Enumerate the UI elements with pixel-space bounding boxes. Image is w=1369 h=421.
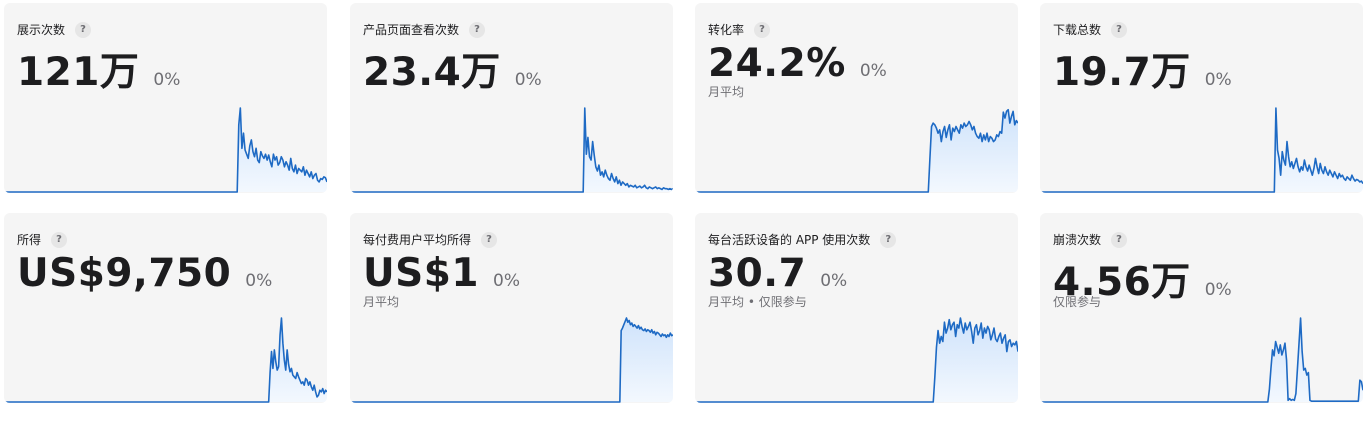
help-icon[interactable]: ?	[481, 231, 498, 248]
trend-area	[1040, 318, 1363, 402]
metrics-grid: 展示次数? 121万 0% 产品页面查看次数? 23.4万 0% 转化率? 24.2…	[0, 0, 1369, 421]
metric-card-crashes[interactable]: 崩溃次数? 4.56万 0% 仅限参与	[1040, 213, 1363, 403]
metric-change: 0%	[859, 61, 887, 81]
metric-card-proceeds-per-paying-user[interactable]: 每付费用户平均所得? US$1 0% 月平均	[350, 213, 673, 403]
metric-card-total-downloads[interactable]: 下载总数? 19.7万 0%	[1040, 3, 1363, 193]
metric-value: US$9,750	[17, 251, 232, 296]
metric-change: 0%	[514, 70, 542, 90]
card-title: 崩溃次数	[1053, 233, 1102, 247]
trend-line	[1040, 317, 1363, 403]
metric-subtitle: 月平均	[363, 295, 400, 309]
trend-area	[1040, 108, 1363, 192]
card-title: 转化率	[708, 23, 745, 37]
card-title: 展示次数	[17, 23, 66, 37]
trend-area	[695, 318, 1018, 402]
help-icon[interactable]: ?	[880, 231, 897, 248]
trend-line	[350, 107, 673, 193]
metric-value: 19.7万	[1053, 50, 1191, 95]
metric-value: 23.4万	[363, 50, 501, 95]
metric-value: US$1	[363, 251, 480, 296]
metric-change: 0%	[493, 271, 521, 291]
help-icon[interactable]: ?	[1111, 21, 1128, 38]
metric-change: 0%	[245, 271, 273, 291]
metric-card-product-page-views[interactable]: 产品页面查看次数? 23.4万 0%	[350, 3, 673, 193]
metric-card-conversion-rate[interactable]: 转化率? 24.2% 0% 月平均	[695, 3, 1018, 193]
metric-change: 0%	[820, 271, 848, 291]
help-icon[interactable]: ?	[75, 21, 92, 38]
metric-change: 0%	[1204, 280, 1232, 300]
card-title: 每台活跃设备的 APP 使用次数	[708, 233, 871, 247]
metric-value: 121万	[17, 50, 140, 95]
help-icon[interactable]: ?	[1111, 231, 1128, 248]
trend-area	[350, 108, 673, 192]
card-title: 产品页面查看次数	[363, 23, 460, 37]
metric-value: 30.7	[708, 251, 807, 296]
card-title: 每付费用户平均所得	[363, 233, 472, 247]
metric-card-proceeds[interactable]: 所得? US$9,750 0%	[4, 213, 327, 403]
trend-area	[4, 108, 327, 192]
metric-subtitle: 月平均	[708, 85, 745, 99]
metric-value: 24.2%	[708, 41, 846, 86]
metric-change: 0%	[153, 70, 181, 90]
trend-area	[350, 318, 673, 402]
metric-subtitle: 仅限参与	[1053, 295, 1102, 309]
help-icon[interactable]: ?	[51, 231, 68, 248]
card-title: 下载总数	[1053, 23, 1102, 37]
help-icon[interactable]: ?	[469, 21, 486, 38]
help-icon[interactable]: ?	[754, 21, 771, 38]
metric-change: 0%	[1204, 70, 1232, 90]
metric-card-impressions[interactable]: 展示次数? 121万 0%	[4, 3, 327, 193]
card-title: 所得	[17, 233, 42, 247]
metric-card-sessions-per-active-device[interactable]: 每台活跃设备的 APP 使用次数? 30.7 0% 月平均 • 仅限参与	[695, 213, 1018, 403]
metric-subtitle: 月平均 • 仅限参与	[708, 295, 807, 309]
